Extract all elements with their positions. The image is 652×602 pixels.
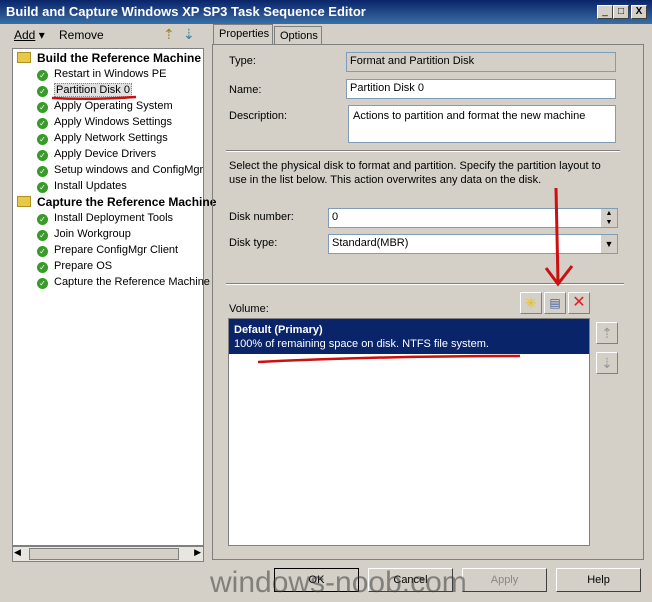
- help-button[interactable]: Help: [556, 568, 641, 592]
- underline-annotation: [51, 95, 137, 101]
- watermark: windows-noob.com: [210, 566, 467, 599]
- arrow-annotation: [554, 187, 560, 283]
- underline-annotation: [257, 354, 521, 364]
- annotation-marks: [51, 95, 574, 364]
- apply-button[interactable]: Apply: [462, 568, 547, 592]
